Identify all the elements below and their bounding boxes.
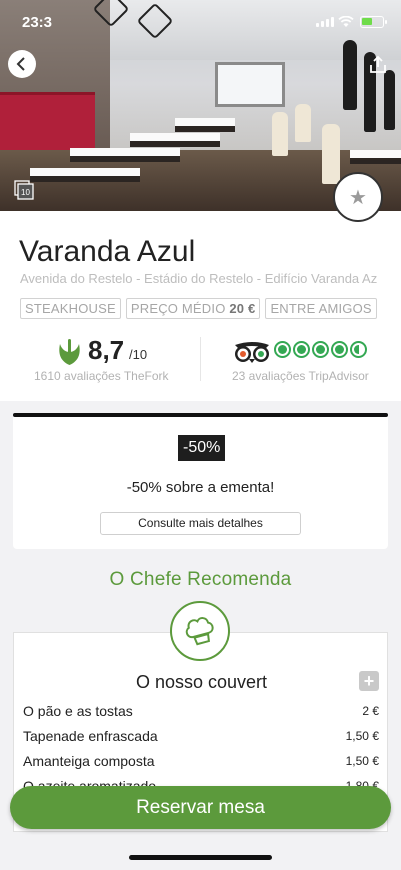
expand-plus-button[interactable]: + (359, 671, 379, 691)
rating-bubble-icon (331, 341, 348, 358)
thefork-score: 8,7 (88, 335, 125, 365)
battery-icon (360, 16, 387, 28)
ratings-divider (200, 337, 201, 381)
signal-icon (316, 17, 334, 27)
photo-spoon-decor (384, 70, 395, 130)
menu-item: Tapenade enfrascada 1,50 € (23, 728, 379, 748)
photo-table (175, 118, 235, 126)
back-button[interactable] (8, 50, 36, 78)
restaurant-address: Avenida do Restelo - Estádio do Restelo … (20, 271, 378, 286)
wifi-icon (338, 16, 354, 27)
photo-table (350, 150, 401, 158)
tag-avg-price[interactable]: PREÇO MÉDIO 20 € (125, 298, 261, 319)
restaurant-name: Varanda Azul (19, 235, 196, 268)
reserve-table-button[interactable]: Reservar mesa (10, 786, 391, 829)
promo-details-button[interactable]: Consulte mais detalhes (100, 512, 301, 535)
photo-chair (322, 124, 340, 184)
ratings-row: 8,7 /10 1610 avaliações TheFork 23 avali… (0, 333, 401, 385)
photo-table (70, 148, 180, 156)
menu-item-price: 1,50 € (345, 729, 379, 743)
home-indicator[interactable] (129, 855, 272, 860)
tripadvisor-rating-bubbles (274, 341, 367, 358)
menu-item-name: O pão e as tostas (23, 703, 133, 719)
photo-spoon-decor (343, 40, 357, 110)
thefork-review-count[interactable]: 1610 avaliações TheFork (34, 369, 169, 383)
menu-item-name: Tapenade enfrascada (23, 728, 158, 744)
menu-item-price: 1,50 € (345, 754, 379, 768)
discount-badge: -50% (178, 435, 226, 461)
tripadvisor-review-count[interactable]: 23 avaliações TripAdvisor (232, 369, 369, 383)
menu-item-name: Amanteiga composta (23, 753, 155, 769)
photo-chair (295, 104, 311, 142)
restaurant-info: Varanda Azul Avenida do Restelo - Estádi… (0, 211, 401, 401)
rating-bubble-icon (274, 341, 291, 358)
menu-item: O pão e as tostas 2 € (23, 703, 379, 723)
menu-item-price: 2 € (362, 704, 379, 718)
promo-card: -50% -50% sobre a ementa! Consulte mais … (13, 417, 388, 549)
menu-item: Amanteiga composta 1,50 € (23, 753, 379, 773)
promo-text: -50% sobre a ementa! (126, 479, 275, 496)
favorite-button[interactable]: ★ (333, 172, 383, 222)
share-icon[interactable] (368, 55, 388, 75)
rating-bubble-icon (312, 341, 329, 358)
avg-price-label: PREÇO MÉDIO (130, 301, 226, 316)
photo-gallery-icon[interactable]: 10 (14, 180, 34, 200)
tripadvisor-owl-icon (235, 342, 269, 363)
photo-window (215, 62, 285, 107)
rating-bubble-icon (293, 341, 310, 358)
chevron-left-icon (16, 57, 25, 71)
avg-price-value: 20 € (229, 301, 256, 316)
chef-recommends-title: O Chefe Recomenda (109, 569, 292, 590)
photo-chair (272, 112, 288, 156)
rating-bubble-icon (350, 341, 367, 358)
thefork-score-max: /10 (129, 347, 148, 362)
status-time: 23:3 (22, 14, 53, 31)
photo-count-label: 10 (21, 188, 30, 197)
tag-cuisine[interactable]: STEAKHOUSE (20, 298, 121, 319)
thefork-logo-icon (59, 339, 80, 365)
tag-ambience[interactable]: ENTRE AMIGOS (265, 298, 377, 319)
star-icon: ★ (349, 186, 367, 209)
photo-table (30, 168, 140, 176)
photo-table (130, 133, 220, 141)
chef-hat-icon (170, 601, 230, 661)
status-bar: 23:3 (0, 0, 401, 44)
menu-section-title: O nosso couvert (135, 672, 268, 692)
restaurant-tags: STEAKHOUSE PREÇO MÉDIO 20 € ENTRE AMIGOS (20, 298, 377, 319)
